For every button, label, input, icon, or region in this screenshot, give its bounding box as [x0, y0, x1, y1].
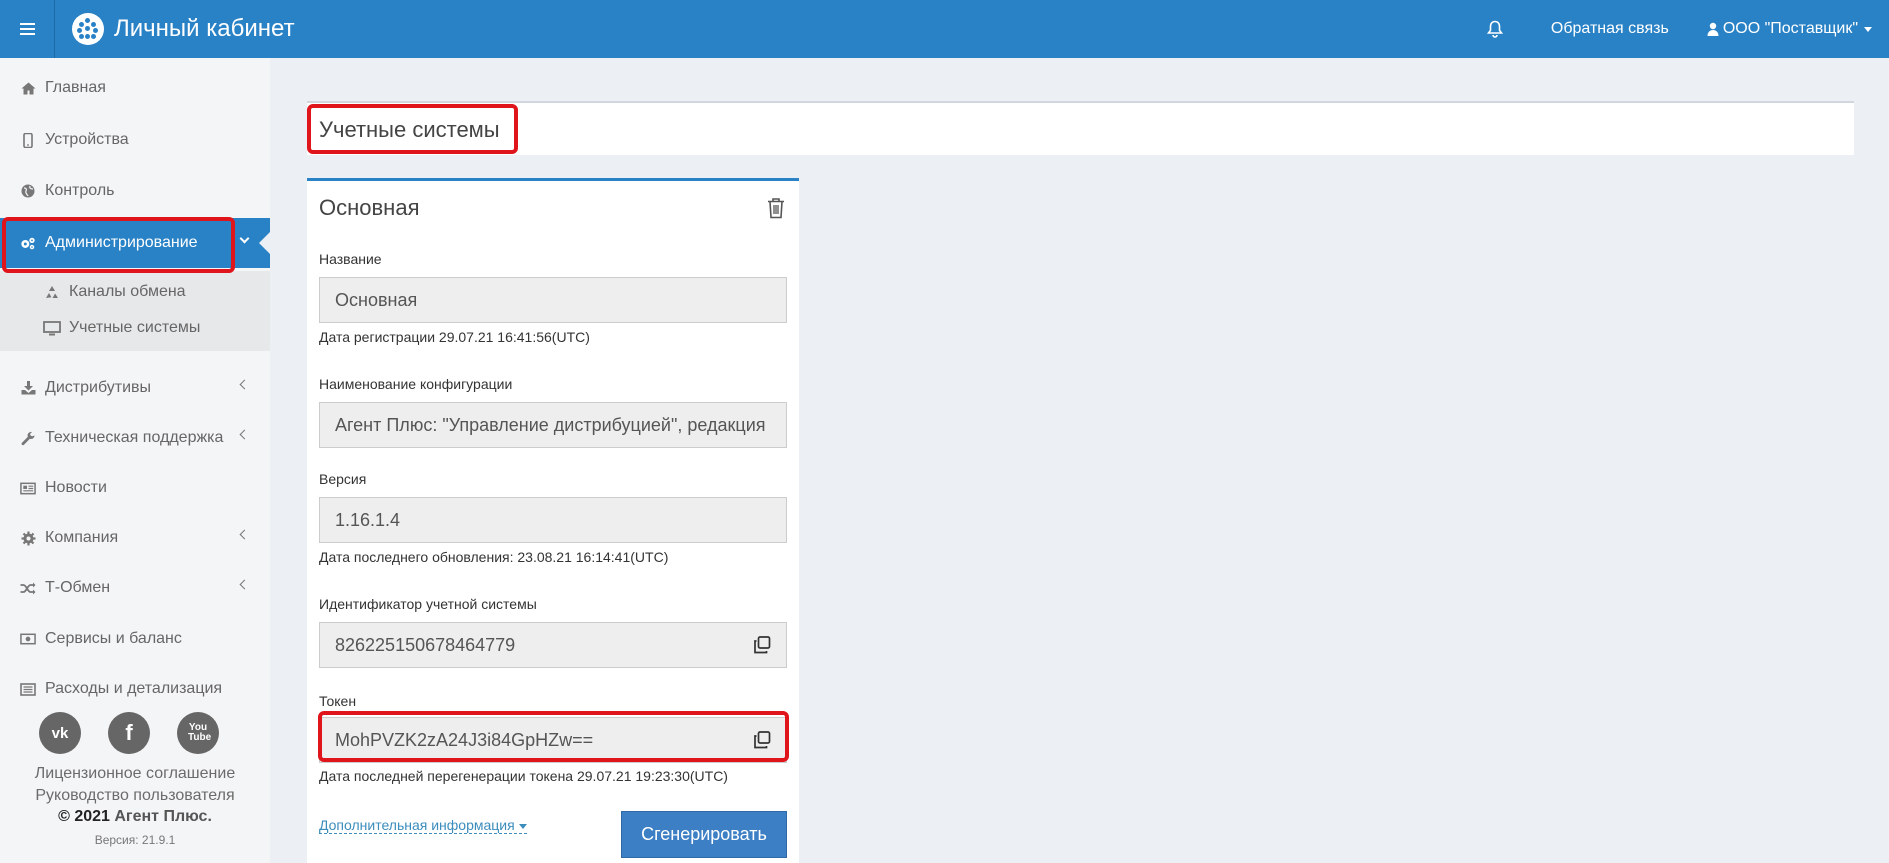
sidebar-item-expenses[interactable]: Расходы и детализация [0, 664, 270, 714]
copy-token-button[interactable] [738, 717, 787, 763]
globe-icon [20, 183, 36, 199]
name-field[interactable]: Основная [319, 277, 787, 323]
chevron-left-icon [239, 529, 250, 540]
random-icon [20, 580, 36, 596]
sidebar-subitem-accounting-systems[interactable]: Учетные системы [0, 310, 270, 346]
chevron-down-icon [239, 233, 250, 244]
vk-label: vk [51, 724, 69, 742]
company-name: Агент Плюс. [114, 808, 212, 825]
last-update-date: Дата последнего обновления: 23.08.21 16:… [319, 549, 669, 565]
facebook-label: f [125, 720, 133, 745]
copyright: © 2021 Агент Плюс. [0, 808, 270, 826]
list-icon [20, 681, 36, 697]
sidebar-item-label: Главная [45, 79, 106, 96]
download-icon [20, 380, 36, 396]
recycle-icon [43, 284, 61, 300]
sidebar-item-devices[interactable]: Устройства [0, 115, 270, 165]
submenu-administration: Каналы обмена Учетные системы [0, 271, 270, 351]
sidebar-item-label: Контроль [45, 182, 115, 199]
home-icon [20, 80, 36, 96]
money-icon [20, 631, 36, 647]
config-label: Наименование конфигурации [319, 376, 513, 392]
feedback-link[interactable]: Обратная связь [1551, 20, 1669, 38]
gear-icon [20, 530, 36, 546]
sidebar-item-label: Новости [45, 479, 107, 496]
app-version: Версия: 21.9.1 [94, 833, 176, 847]
user-name: ООО "Поставщик" [1722, 20, 1858, 37]
top-header: Личный кабинет Обратная связь ООО "Поста… [0, 0, 1889, 58]
sidebar-item-news[interactable]: Новости [0, 463, 270, 513]
chevron-left-icon [239, 579, 250, 590]
app-title: Личный кабинет [114, 15, 295, 42]
sidebar-item-label: Дистрибутивы [45, 379, 152, 396]
sidebar-item-control[interactable]: Контроль [0, 166, 270, 216]
token-regeneration-date: Дата последней перегенерации токена 29.0… [319, 768, 728, 784]
sidebar: Главная Устройства Контроль Администриро… [0, 58, 270, 863]
version-label: Версия [319, 471, 367, 487]
trash-icon[interactable] [766, 197, 786, 219]
sidebar-item-distributions[interactable]: Дистрибутивы [0, 363, 270, 413]
vk-icon[interactable]: vk [39, 712, 81, 754]
user-icon [1707, 22, 1719, 36]
youtube-icon[interactable]: You Tube [177, 712, 219, 754]
token-label: Токен [319, 693, 357, 709]
registration-date: Дата регистрации 29.07.21 16:41:56(UTC) [319, 329, 590, 345]
hamburger-icon [19, 23, 35, 35]
bell-icon[interactable] [1486, 20, 1504, 38]
app-logo-icon [72, 13, 104, 45]
hamburger-menu-button[interactable] [0, 0, 55, 58]
facebook-icon[interactable]: f [108, 712, 150, 754]
license-agreement-link[interactable]: Лицензионное соглашение [0, 765, 270, 783]
page-title-box: Учетные системы [307, 101, 1854, 155]
sidebar-item-label: Администрирование [45, 234, 198, 251]
sidebar-item-label: Т-Обмен [45, 579, 111, 596]
sidebar-item-home[interactable]: Главная [0, 63, 270, 113]
sidebar-item-services-balance[interactable]: Сервисы и баланс [0, 614, 270, 664]
chevron-down-icon [1864, 26, 1872, 32]
system-id-field[interactable]: 826225150678464779 [319, 622, 739, 668]
sidebar-item-t-exchange[interactable]: Т-Обмен [0, 563, 270, 613]
config-field[interactable]: Агент Плюс: "Управление дистрибуцией", р… [319, 402, 787, 448]
token-field[interactable]: MohPVZK2zA24J3i84GpHZw== [319, 717, 739, 763]
version-field[interactable]: 1.16.1.4 [319, 497, 787, 543]
accounting-system-card: Основная Название Основная Дата регистра… [307, 178, 799, 863]
wrench-icon [20, 430, 36, 446]
sidebar-item-label: Сервисы и баланс [45, 630, 182, 647]
copy-icon [754, 636, 771, 654]
mobile-icon [20, 132, 36, 148]
name-label: Название [319, 251, 382, 267]
card-title: Основная [319, 195, 420, 220]
page-title: Учетные системы [319, 117, 500, 142]
sidebar-item-company[interactable]: Компания [0, 513, 270, 563]
newspaper-icon [20, 480, 36, 496]
cogs-icon [20, 235, 36, 251]
sidebar-item-label: Техническая поддержка [45, 429, 224, 446]
user-manual-link[interactable]: Руководство пользователя [0, 787, 270, 805]
sidebar-subitem-label: Каналы обмена [69, 283, 186, 300]
sidebar-item-label: Расходы и детализация [45, 680, 223, 697]
sidebar-item-label: Компания [45, 529, 119, 546]
sidebar-item-administration[interactable]: Администрирование [0, 218, 270, 268]
sidebar-subitem-label: Учетные системы [69, 319, 201, 336]
system-id-label: Идентификатор учетной системы [319, 596, 537, 612]
copyright-year: © 2021 [58, 808, 110, 825]
sidebar-subitem-exchange-channels[interactable]: Каналы обмена [0, 274, 270, 310]
youtube-label: You Tube [188, 722, 212, 743]
more-info-label: Дополнительная информация [319, 817, 515, 833]
sidebar-item-label: Устройства [45, 131, 129, 148]
copy-id-button[interactable] [738, 622, 787, 668]
more-info-link[interactable]: Дополнительная информация [319, 817, 527, 834]
copy-icon [754, 731, 771, 749]
sidebar-item-tech-support[interactable]: Техническая поддержка [0, 413, 270, 463]
user-menu[interactable]: ООО "Поставщик" [1707, 20, 1872, 38]
chevron-down-icon [518, 823, 527, 829]
generate-button[interactable]: Сгенерировать [621, 811, 787, 858]
chevron-left-icon [239, 429, 250, 440]
desktop-icon [43, 320, 61, 336]
chevron-left-icon [239, 379, 250, 390]
